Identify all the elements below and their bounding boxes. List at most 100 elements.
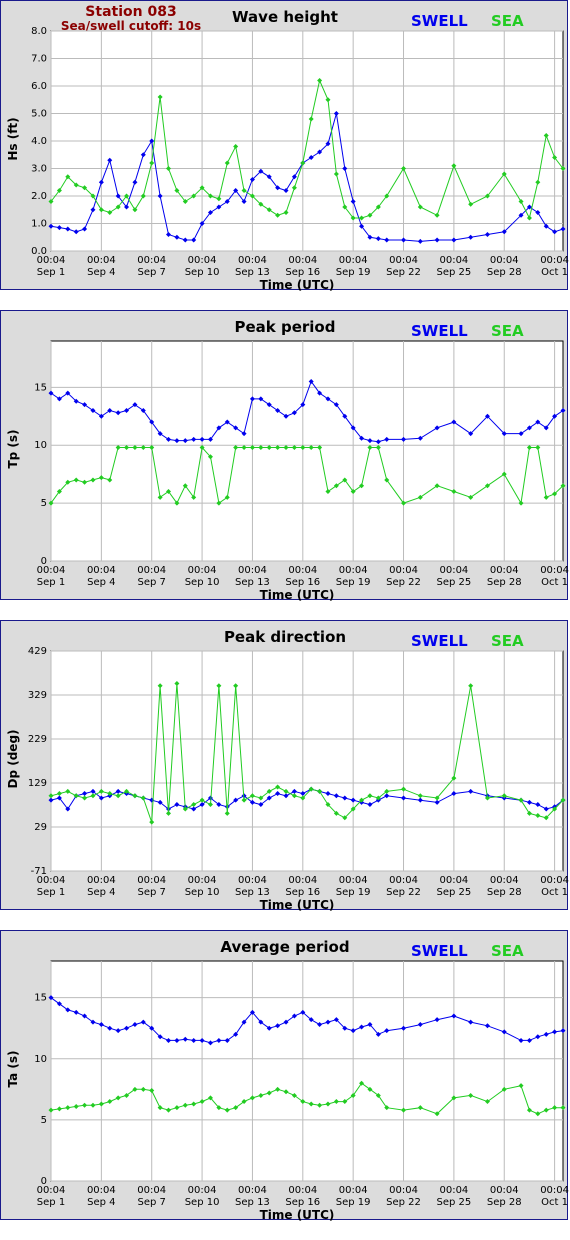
- x-tick-time: 00:04: [288, 875, 317, 886]
- wave-height-panel: Station 083 Sea/swell cutoff: 10s Wave h…: [0, 0, 569, 291]
- station-label: Station 083: [85, 4, 176, 20]
- x-tick-time: 00:04: [439, 1185, 468, 1196]
- x-axis-label: Time (UTC): [260, 588, 335, 601]
- x-tick-date: Sep 19: [336, 267, 371, 278]
- chart-title: Average period: [220, 938, 349, 956]
- x-tick-time: 00:04: [238, 875, 267, 886]
- legend-swell: SWELL: [411, 12, 468, 30]
- plot-area: 05101500:04Sep 100:04Sep 400:04Sep 700:0…: [34, 960, 569, 1208]
- x-tick-date: Sep 1: [37, 267, 65, 278]
- x-tick-date: Oct 1: [541, 267, 568, 278]
- x-tick-date: Oct 1: [541, 887, 568, 898]
- x-tick-date: Oct 1: [541, 577, 568, 588]
- wave-height-chart: Station 083 Sea/swell cutoff: 10s Wave h…: [6, 4, 569, 291]
- x-tick-time: 00:04: [389, 875, 418, 886]
- x-tick-time: 00:04: [389, 565, 418, 576]
- plot-background: [50, 650, 564, 872]
- x-tick-date: Sep 4: [87, 267, 115, 278]
- legend-sea: SEA: [491, 12, 524, 30]
- x-tick-date: Sep 25: [437, 887, 472, 898]
- x-tick-date: Sep 4: [87, 577, 115, 588]
- x-tick-date: Sep 22: [386, 577, 421, 588]
- peak-direction-chart: Peak direction SWELL SEA Dp (deg) Time (…: [6, 628, 569, 911]
- x-tick-time: 00:04: [137, 565, 166, 576]
- x-tick-date: Sep 28: [487, 267, 522, 278]
- legend-sea: SEA: [491, 942, 524, 960]
- x-tick-time: 00:04: [389, 1185, 418, 1196]
- peak-direction-panel: Peak direction SWELL SEA Dp (deg) Time (…: [0, 620, 569, 911]
- x-tick-time: 00:04: [490, 565, 519, 576]
- x-tick-time: 00:04: [540, 255, 569, 266]
- x-tick-date: Sep 25: [437, 1197, 472, 1208]
- x-tick-time: 00:04: [490, 255, 519, 266]
- y-tick-label: 129: [28, 778, 47, 789]
- x-tick-time: 00:04: [439, 875, 468, 886]
- x-tick-date: Sep 10: [185, 887, 220, 898]
- x-tick-time: 00:04: [137, 255, 166, 266]
- x-tick-time: 00:04: [188, 565, 217, 576]
- x-tick-date: Sep 10: [185, 577, 220, 588]
- y-tick-label: 1.0: [31, 219, 47, 230]
- x-tick-date: Sep 13: [235, 887, 270, 898]
- x-tick-time: 00:04: [37, 1185, 66, 1196]
- peak-period-panel: Peak period SWELL SEA Tp (s) Time (UTC) …: [0, 310, 569, 601]
- x-tick-time: 00:04: [238, 255, 267, 266]
- y-tick-label: 29: [34, 822, 47, 833]
- average-period-panel: Average period SWELL SEA Ta (s) Time (UT…: [0, 930, 569, 1221]
- x-tick-time: 00:04: [238, 1185, 267, 1196]
- x-tick-date: Oct 1: [541, 1197, 568, 1208]
- peak-period-chart: Peak period SWELL SEA Tp (s) Time (UTC) …: [6, 318, 569, 601]
- y-tick-label: 10: [34, 440, 47, 451]
- x-tick-time: 00:04: [87, 1185, 116, 1196]
- y-tick-label: 4.0: [31, 136, 47, 147]
- x-tick-date: Sep 16: [285, 577, 320, 588]
- legend-swell: SWELL: [411, 322, 468, 340]
- x-tick-date: Sep 7: [138, 887, 166, 898]
- x-tick-date: Sep 7: [138, 577, 166, 588]
- x-tick-date: Sep 28: [487, 1197, 522, 1208]
- y-tick-label: 6.0: [31, 81, 47, 92]
- x-tick-time: 00:04: [288, 255, 317, 266]
- x-tick-date: Sep 4: [87, 1197, 115, 1208]
- y-tick-label: 2.0: [31, 191, 47, 202]
- x-tick-date: Sep 19: [336, 1197, 371, 1208]
- x-tick-date: Sep 1: [37, 577, 65, 588]
- x-tick-time: 00:04: [188, 875, 217, 886]
- x-tick-time: 00:04: [540, 875, 569, 886]
- plot-area: 0.01.02.03.04.05.06.07.08.000:04Sep 100:…: [31, 26, 569, 278]
- x-tick-time: 00:04: [137, 1185, 166, 1196]
- x-tick-time: 00:04: [288, 1185, 317, 1196]
- x-tick-time: 00:04: [188, 1185, 217, 1196]
- x-axis-label: Time (UTC): [260, 278, 335, 291]
- x-tick-date: Sep 22: [386, 267, 421, 278]
- x-tick-date: Sep 28: [487, 577, 522, 588]
- y-tick-label: 8.0: [31, 26, 47, 37]
- x-tick-date: Sep 25: [437, 267, 472, 278]
- y-tick-label: 7.0: [31, 54, 47, 65]
- x-tick-date: Sep 22: [386, 887, 421, 898]
- x-tick-date: Sep 7: [138, 267, 166, 278]
- y-tick-label: 3.0: [31, 164, 47, 175]
- x-tick-time: 00:04: [339, 565, 368, 576]
- legend-sea: SEA: [491, 632, 524, 650]
- x-tick-date: Sep 28: [487, 887, 522, 898]
- x-tick-date: Sep 10: [185, 1197, 220, 1208]
- plot-area: -712912922932942900:04Sep 100:04Sep 400:…: [28, 646, 569, 898]
- x-tick-time: 00:04: [288, 565, 317, 576]
- y-axis-label: Ta (s): [6, 1050, 20, 1087]
- x-tick-time: 00:04: [339, 1185, 368, 1196]
- x-tick-date: Sep 16: [285, 887, 320, 898]
- y-tick-label: 10: [34, 1054, 47, 1065]
- x-tick-time: 00:04: [137, 875, 166, 886]
- x-tick-date: Sep 7: [138, 1197, 166, 1208]
- x-tick-date: Sep 13: [235, 267, 270, 278]
- x-tick-time: 00:04: [540, 1185, 569, 1196]
- x-tick-time: 00:04: [37, 875, 66, 886]
- y-axis-label: Hs (ft): [6, 117, 20, 160]
- x-tick-date: Sep 16: [285, 1197, 320, 1208]
- x-tick-time: 00:04: [37, 565, 66, 576]
- y-tick-label: 5: [41, 498, 47, 509]
- x-tick-date: Sep 13: [235, 577, 270, 588]
- x-tick-time: 00:04: [87, 255, 116, 266]
- plot-area: 05101500:04Sep 100:04Sep 400:04Sep 700:0…: [34, 340, 569, 588]
